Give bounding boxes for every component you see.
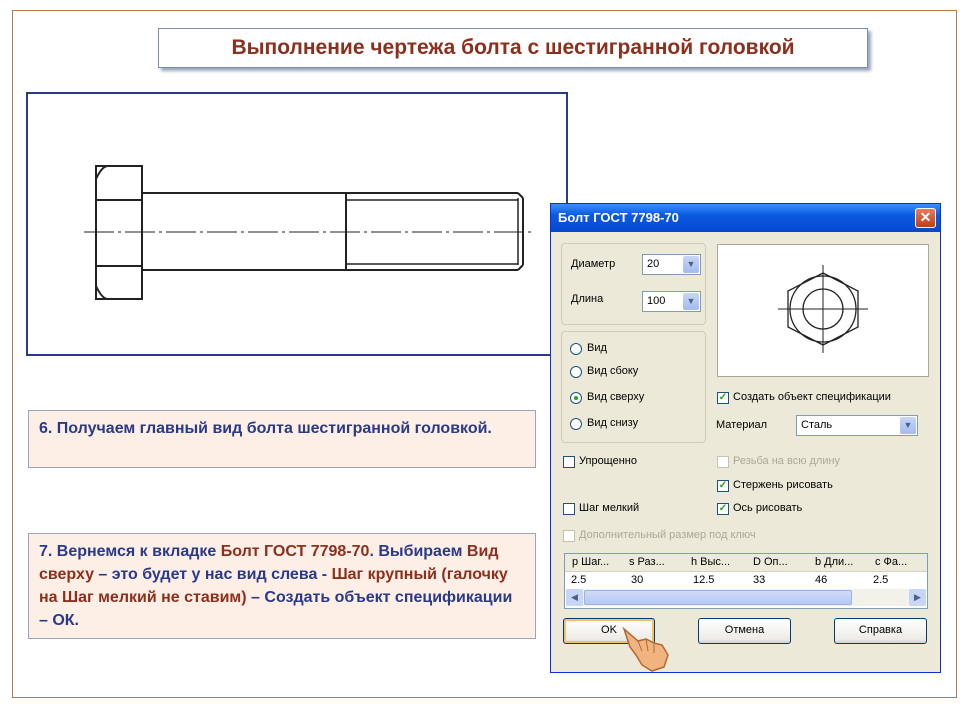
full-thread-label: Резьба на всю длину <box>733 455 841 467</box>
material-label: Материал <box>716 419 767 431</box>
column-header[interactable]: D Оп... <box>753 556 788 568</box>
slide-title: Выполнение чертежа болта с шестигранной … <box>231 36 795 59</box>
column-header[interactable]: c Фа... <box>875 556 907 568</box>
column-header[interactable]: s Раз... <box>629 556 665 568</box>
bolt-drawing <box>84 165 533 300</box>
params-table[interactable]: p Шаг... s Раз... h Выс... D Оп... b Дли… <box>564 553 928 609</box>
radio-view-top-label: Вид сверху <box>587 391 645 403</box>
length-value: 100 <box>647 295 666 307</box>
table-cell[interactable]: 46 <box>815 574 827 586</box>
table-cell[interactable]: 33 <box>753 574 765 586</box>
create-spec-label: Создать объект спецификации <box>733 391 891 403</box>
radio-view-top[interactable] <box>570 392 582 404</box>
column-header[interactable]: h Выс... <box>691 556 730 568</box>
length-label: Длина <box>571 293 604 305</box>
table-cell[interactable]: 2.5 <box>571 574 586 586</box>
simplified-checkbox[interactable] <box>563 456 575 468</box>
note7-highlight-1: Болт ГОСТ 7798-70 <box>220 543 370 560</box>
chevron-down-icon[interactable]: ▼ <box>683 256 699 273</box>
column-header[interactable]: b Дли... <box>815 556 853 568</box>
create-spec-checkbox[interactable]: ✓ <box>717 392 729 404</box>
note-step-6-text: 6. Получаем главный вид болта шестигранн… <box>39 420 492 437</box>
simplified-label: Упрощенно <box>579 455 637 467</box>
draw-rod-label: Стержень рисовать <box>733 479 833 491</box>
table-cell[interactable]: 30 <box>631 574 643 586</box>
note-step-6: 6. Получаем главный вид болта шестигранн… <box>28 410 536 468</box>
radio-view-side-label: Вид сбоку <box>587 365 639 377</box>
close-icon[interactable]: ✕ <box>915 208 936 228</box>
radio-view-label: Вид <box>587 342 607 354</box>
note-step-7: 7. Вернемся к вкладке Болт ГОСТ 7798-70.… <box>28 533 536 639</box>
radio-view-bottom-label: Вид снизу <box>587 417 639 429</box>
pointing-hand-icon <box>622 626 669 672</box>
table-header: p Шаг... s Раз... h Выс... D Оп... b Дли… <box>565 554 927 572</box>
table-cell[interactable]: 12.5 <box>693 574 714 586</box>
view-preview <box>717 244 929 377</box>
hex-preview-drawing <box>778 265 868 353</box>
diameter-value: 20 <box>647 258 660 270</box>
radio-view-side[interactable] <box>570 366 582 378</box>
length-select[interactable]: 100 ▼ <box>642 291 701 312</box>
scroll-right-icon[interactable]: ▶ <box>909 589 926 606</box>
chevron-down-icon[interactable]: ▼ <box>900 417 916 434</box>
dialog-title-bar[interactable]: Болт ГОСТ 7798-70 ✕ <box>551 204 940 232</box>
slide-title-box: Выполнение чертежа болта с шестигранной … <box>158 28 868 68</box>
scroll-left-icon[interactable]: ◀ <box>566 589 583 606</box>
note7-text-2: . Выбираем <box>369 543 467 560</box>
help-button[interactable]: Справка <box>834 618 927 644</box>
note7-text-3: – это будет у нас вид слева - <box>93 566 332 583</box>
diameter-select[interactable]: 20 ▼ <box>642 254 701 275</box>
radio-view-bottom[interactable] <box>570 418 582 430</box>
draw-axis-label: Ось рисовать <box>733 502 803 514</box>
cancel-button[interactable]: Отмена <box>698 618 791 644</box>
scroll-thumb[interactable] <box>584 590 852 605</box>
draw-axis-checkbox[interactable]: ✓ <box>717 503 729 515</box>
fine-pitch-label: Шаг мелкий <box>579 502 640 514</box>
bolt-dialog: Болт ГОСТ 7798-70 ✕ Диаметр 20 ▼ Длина 1… <box>550 203 941 673</box>
radio-view[interactable] <box>570 343 582 355</box>
table-cell[interactable]: 2.5 <box>873 574 888 586</box>
material-value: Сталь <box>801 419 833 431</box>
diameter-label: Диаметр <box>571 258 616 270</box>
full-thread-checkbox <box>717 456 729 468</box>
chevron-down-icon[interactable]: ▼ <box>683 293 699 310</box>
column-header[interactable]: p Шаг... <box>572 556 609 568</box>
horizontal-scrollbar[interactable]: ◀ ▶ <box>566 589 926 606</box>
extra-size-checkbox <box>563 530 575 542</box>
material-select[interactable]: Сталь ▼ <box>796 415 918 436</box>
extra-size-label: Дополнительный размер под ключ <box>579 529 756 541</box>
draw-rod-checkbox[interactable]: ✓ <box>717 480 729 492</box>
dialog-title: Болт ГОСТ 7798-70 <box>558 210 679 225</box>
note7-text-1: 7. Вернемся к вкладке <box>39 543 221 560</box>
fine-pitch-checkbox[interactable] <box>563 503 575 515</box>
bolt-drawing-panel <box>26 92 568 356</box>
